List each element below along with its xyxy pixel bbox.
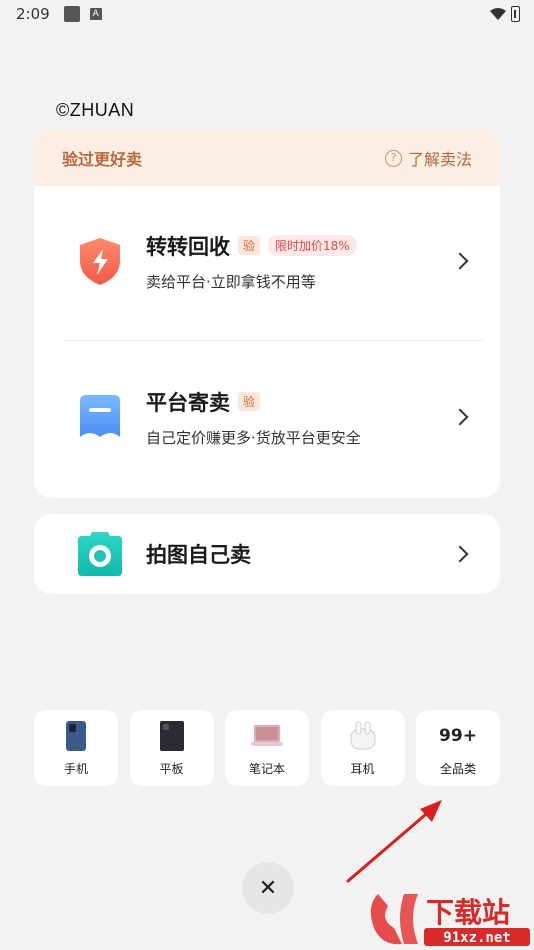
close-button[interactable]: ✕ xyxy=(242,862,294,914)
category-label: 笔记本 xyxy=(248,761,285,776)
consignment-title-line: 平台寄卖 验 xyxy=(146,387,454,417)
category-laptop[interactable]: 笔记本 xyxy=(225,710,309,786)
earbuds-icon xyxy=(347,720,379,752)
annotation-arrow xyxy=(346,800,442,883)
verify-tag: 验 xyxy=(238,236,261,255)
sell-options-card: 验过更好卖 ? 了解卖法 转转回收 验 限时加价18% 卖给平台·立即拿钱不用等 xyxy=(34,130,500,498)
photo-sell-option[interactable]: 拍图自己卖 xyxy=(34,514,500,594)
consignment-subtitle: 自己定价赚更多·货放平台更安全 xyxy=(146,428,361,447)
category-phone[interactable]: 手机 xyxy=(34,710,118,786)
chevron-right-icon xyxy=(451,252,469,270)
status-right xyxy=(489,6,520,22)
logo-url: 91xz.net xyxy=(443,930,510,946)
chevron-right-icon xyxy=(451,408,469,426)
status-time: 2:09 xyxy=(16,5,50,23)
status-bar: 2:09 A xyxy=(0,0,534,28)
recycle-title-line: 转转回收 验 限时加价18% xyxy=(146,231,454,261)
category-label: 耳机 xyxy=(350,761,375,776)
chevron-right-icon xyxy=(451,545,469,563)
battery-icon xyxy=(511,6,520,22)
recycle-title: 转转回收 xyxy=(146,234,230,259)
verify-tag: 验 xyxy=(238,392,261,411)
consignment-title: 平台寄卖 xyxy=(146,390,230,415)
logo-text: 下载站 xyxy=(426,896,510,929)
shield-bolt-icon xyxy=(80,238,120,285)
consignment-option[interactable]: 平台寄卖 验 自己定价赚更多·货放平台更安全 xyxy=(34,352,500,482)
phone-icon xyxy=(60,720,92,752)
close-icon: ✕ xyxy=(258,875,278,901)
wifi-icon xyxy=(490,8,506,20)
watermark-text: ©ZHUAN xyxy=(56,100,135,120)
help-circle-icon: ? xyxy=(384,149,402,167)
divider xyxy=(64,340,484,341)
camera-icon xyxy=(78,532,122,576)
category-count: 99+ xyxy=(439,725,477,746)
bonus-tag: 限时加价18% xyxy=(268,235,357,256)
photo-sell-title: 拍图自己卖 xyxy=(146,543,251,567)
category-tablet[interactable]: 平板 xyxy=(129,710,214,786)
category-label: 平板 xyxy=(159,761,184,776)
learn-selling-label: 了解卖法 xyxy=(407,150,472,169)
banner-title: 验过更好卖 xyxy=(62,150,143,169)
notification-a-icon: A xyxy=(89,8,102,20)
notification-square-icon xyxy=(63,6,80,22)
site-logo: 下载站 91xz.net xyxy=(370,894,530,946)
category-all[interactable]: 99+ 全品类 xyxy=(416,710,500,786)
consignment-text: 平台寄卖 验 自己定价赚更多·货放平台更安全 xyxy=(146,387,454,448)
laptop-icon xyxy=(251,720,283,752)
recycle-subtitle: 卖给平台·立即拿钱不用等 xyxy=(146,272,316,291)
tablet-icon xyxy=(156,720,188,752)
sell-banner: 验过更好卖 ? 了解卖法 xyxy=(34,130,500,186)
category-label: 全品类 xyxy=(439,761,476,776)
recycle-text: 转转回收 验 限时加价18% 卖给平台·立即拿钱不用等 xyxy=(146,231,454,292)
learn-selling-link[interactable]: ? 了解卖法 xyxy=(384,146,472,170)
category-bar: 手机 平板 笔记本 耳机 99+ 全品类 xyxy=(34,710,500,786)
category-label: 手机 xyxy=(63,761,88,776)
recycle-option[interactable]: 转转回收 验 限时加价18% 卖给平台·立即拿钱不用等 xyxy=(34,196,500,326)
category-earbuds[interactable]: 耳机 xyxy=(320,710,405,786)
consign-box-icon xyxy=(80,395,120,437)
